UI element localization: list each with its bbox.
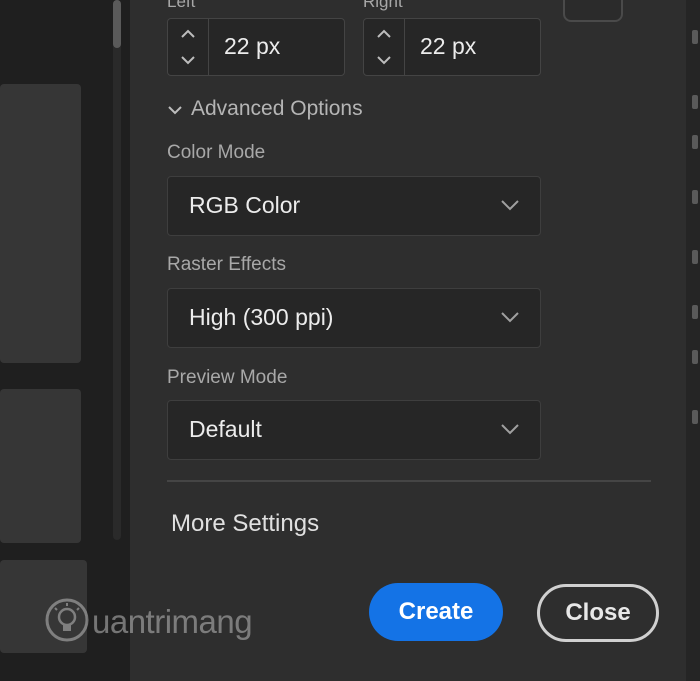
chevron-down-icon[interactable]	[179, 51, 197, 69]
divider	[167, 480, 651, 482]
preset-card[interactable]	[0, 84, 81, 363]
margin-left-stepper[interactable]: 22 px	[167, 18, 345, 76]
link-margins-button[interactable]	[563, 0, 623, 22]
create-button[interactable]: Create	[369, 583, 503, 641]
lightbulb-icon	[45, 598, 89, 642]
color-mode-select[interactable]: RGB Color	[167, 176, 541, 236]
watermark-text: uantrimang	[92, 603, 253, 640]
preset-card[interactable]	[0, 389, 81, 543]
preset-thumbnails-panel	[0, 0, 130, 681]
preview-mode-select[interactable]: Default	[167, 400, 541, 460]
color-mode-value: RGB Color	[189, 192, 301, 218]
margin-right-value[interactable]: 22 px	[420, 33, 476, 60]
more-settings-link[interactable]: More Settings	[171, 510, 319, 538]
margin-left-value[interactable]: 22 px	[224, 33, 280, 60]
right-toolbar-edge	[686, 0, 700, 681]
chevron-down-icon[interactable]	[375, 51, 393, 69]
advanced-options-label: Advanced Options	[191, 97, 363, 120]
chevron-down-icon	[168, 106, 182, 115]
close-button[interactable]: Close	[537, 584, 659, 642]
scrollbar-thumb[interactable]	[113, 0, 121, 48]
chevron-up-icon[interactable]	[375, 25, 393, 43]
preview-mode-label: Preview Mode	[167, 367, 288, 388]
scrollbar-track[interactable]	[113, 0, 121, 540]
chevron-up-icon[interactable]	[179, 25, 197, 43]
raster-effects-select[interactable]: High (300 ppi)	[167, 288, 541, 348]
stepper-arrows	[364, 19, 405, 75]
chevron-down-icon	[501, 312, 519, 323]
chevron-down-icon	[501, 424, 519, 435]
raster-effects-label: Raster Effects	[167, 254, 286, 275]
stepper-arrows	[168, 19, 209, 75]
margin-right-label: Right	[363, 0, 403, 11]
margin-left-label: Left	[167, 0, 196, 11]
margin-right-stepper[interactable]: 22 px	[363, 18, 541, 76]
preview-mode-value: Default	[189, 416, 262, 442]
raster-effects-value: High (300 ppi)	[189, 304, 334, 330]
color-mode-label: Color Mode	[167, 142, 266, 163]
chevron-down-icon	[501, 200, 519, 211]
new-document-dialog: Left Right 22 px 22 px Advanced Options …	[0, 0, 700, 681]
